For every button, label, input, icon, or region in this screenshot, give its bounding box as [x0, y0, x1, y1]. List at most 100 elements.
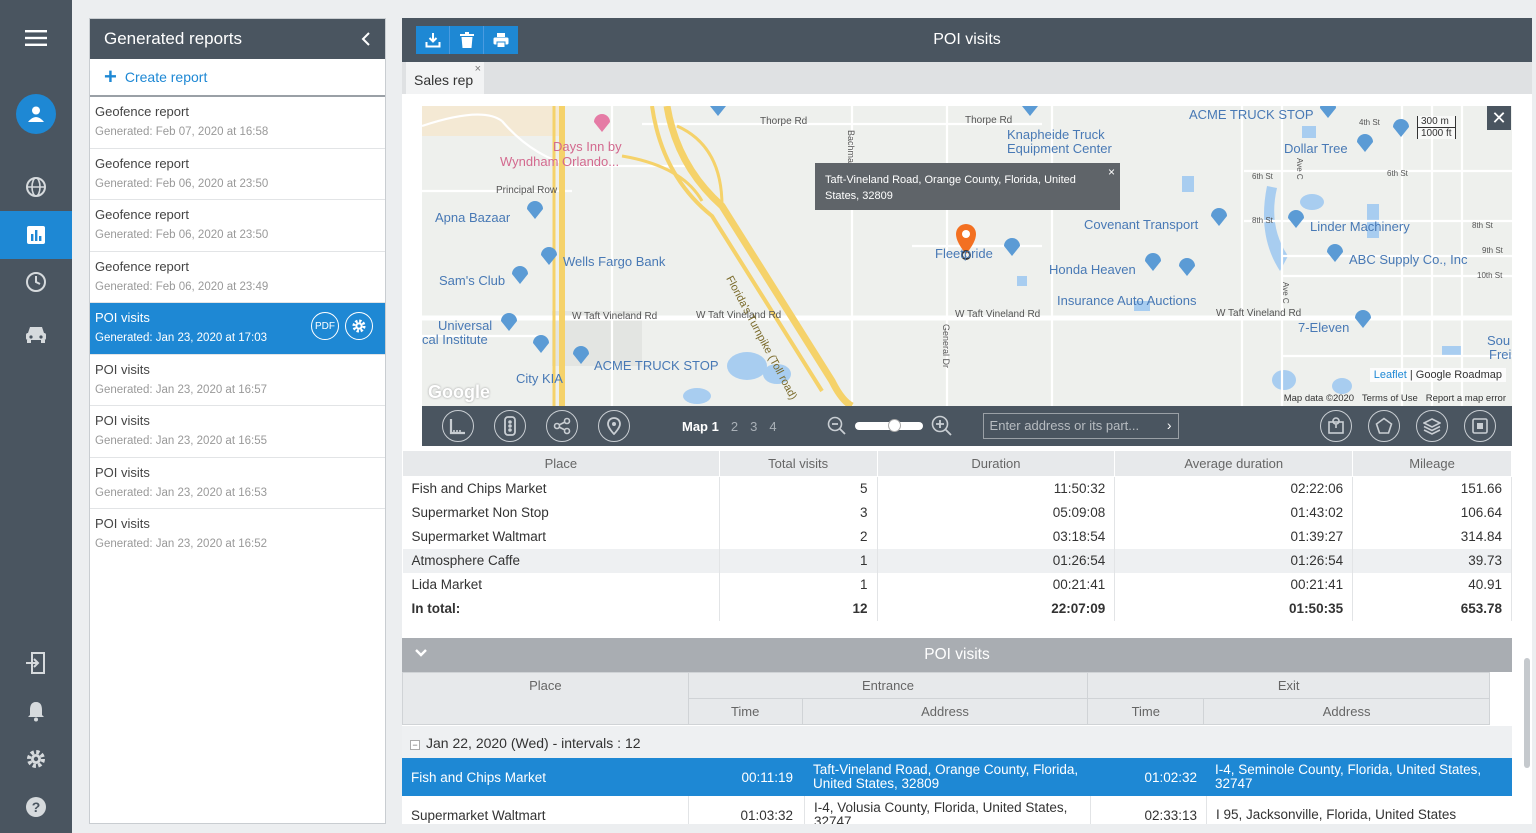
map-nav-button[interactable] — [0, 163, 72, 211]
geofence-button[interactable] — [1320, 410, 1352, 442]
settings-button[interactable] — [0, 735, 72, 783]
col-exit-time[interactable]: Time — [1087, 698, 1205, 725]
layers-button[interactable] — [1416, 410, 1448, 442]
help-button[interactable]: ? — [0, 783, 72, 831]
search-chevron-icon[interactable]: › — [1167, 417, 1172, 433]
tab-map-3[interactable]: 3 — [750, 419, 757, 434]
poi-button[interactable] — [598, 410, 630, 442]
col-average-duration[interactable]: Average duration — [1114, 450, 1354, 477]
detail-scrollbar[interactable] — [1524, 658, 1530, 768]
map-popup: Taft-Vineland Road, Orange County, Flori… — [815, 163, 1120, 210]
polygon-button[interactable] — [1368, 410, 1400, 442]
download-button[interactable] — [416, 26, 450, 54]
map-toolbar: Map 1 2 3 4 Enter address or its part...… — [422, 406, 1512, 446]
col-entrance-time[interactable]: Time — [687, 698, 803, 725]
cell-exit-time: 01:02:32 — [1144, 769, 1197, 785]
report-title: POI visits — [95, 464, 150, 480]
terms-link[interactable]: Terms of Use — [1362, 393, 1418, 404]
print-button[interactable] — [484, 26, 518, 54]
menu-button[interactable] — [0, 14, 72, 62]
map-label: Insurance Auto Auctions — [1057, 293, 1197, 308]
user-icon — [28, 106, 44, 122]
map-label: cal Institute — [422, 332, 488, 347]
print-icon — [493, 33, 509, 48]
cell-entrance-address: Taft-Vineland Road, Orange County, Flori… — [813, 762, 1079, 791]
report-item[interactable]: POI visits Generated: Jan 23, 2020 at 16… — [90, 355, 385, 406]
vehicles-nav-button[interactable] — [0, 310, 72, 358]
report-item[interactable]: POI visits Generated: Jan 23, 2020 at 16… — [90, 406, 385, 458]
report-date: Generated: Feb 06, 2020 at 23:49 — [95, 280, 269, 293]
col-entrance[interactable]: Entrance — [687, 672, 1089, 699]
delete-button[interactable] — [450, 26, 484, 54]
report-settings-button[interactable] — [345, 312, 373, 340]
col-place[interactable]: Place — [402, 450, 720, 477]
summary-table: Place Total visits Duration Average dura… — [402, 450, 1512, 621]
zoom-knob[interactable] — [887, 419, 901, 432]
table-row[interactable]: Supermarket Waltmart 2 03:18:54 01:39:27… — [402, 524, 1512, 549]
road-label: W Taft Vineland Rd — [572, 311, 658, 322]
col-duration[interactable]: Duration — [876, 450, 1116, 477]
zoom-out-icon[interactable] — [827, 416, 847, 436]
tab-map-4[interactable]: 4 — [769, 419, 776, 434]
table-row[interactable]: Supermarket Non Stop 3 05:09:08 01:43:02… — [402, 500, 1512, 525]
cell-avg-duration: 01:43:02 — [1114, 500, 1354, 525]
report-item[interactable]: Geofence report Generated: Feb 06, 2020 … — [90, 200, 385, 252]
create-report-button[interactable]: + Create report — [90, 59, 385, 97]
report-item[interactable]: POI visits Generated: Jan 23, 2020 at 16… — [90, 509, 385, 561]
popup-close-icon[interactable]: × — [1108, 164, 1115, 180]
window-icon — [1472, 418, 1488, 434]
detail-table-header: Place Entrance Exit Time Address Time Ad… — [402, 672, 1490, 725]
tab-map-1[interactable]: Map 1 — [682, 419, 719, 434]
tab-sales-rep[interactable]: Sales rep × — [406, 62, 484, 94]
zoom-slider[interactable] — [854, 419, 923, 432]
collapse-chevron-icon[interactable] — [361, 32, 371, 46]
cell-duration: 05:09:08 — [877, 500, 1116, 525]
table-row[interactable]: Fish and Chips Market 5 11:50:32 02:22:0… — [402, 476, 1512, 501]
col-total-visits[interactable]: Total visits — [718, 450, 878, 477]
report-item[interactable]: Geofence report Generated: Feb 07, 2020 … — [90, 97, 385, 149]
report-error-link[interactable]: Report a map error — [1426, 393, 1506, 404]
address-search-input[interactable]: Enter address or its part... › — [982, 413, 1179, 439]
user-button[interactable] — [0, 90, 72, 138]
detail-header[interactable]: POI visits — [402, 638, 1512, 672]
chevron-down-icon[interactable] — [414, 646, 428, 660]
col-place[interactable]: Place — [402, 672, 689, 725]
group-row[interactable]: − Jan 22, 2020 (Wed) - intervals : 12 — [402, 726, 1512, 758]
col-exit-address[interactable]: Address — [1203, 698, 1490, 725]
logout-button[interactable] — [0, 639, 72, 687]
col-exit[interactable]: Exit — [1087, 672, 1490, 699]
collapse-toggle-icon[interactable]: − — [410, 740, 420, 750]
table-row[interactable]: Fish and Chips Market 00:11:19 Taft-Vine… — [402, 758, 1512, 796]
zoom-in-icon[interactable] — [931, 415, 953, 437]
svg-text:?: ? — [32, 799, 41, 815]
share-button[interactable] — [546, 410, 578, 442]
trash-icon — [459, 32, 474, 48]
tab-map-2[interactable]: 2 — [731, 419, 738, 434]
leaflet-link[interactable]: Leaflet — [1374, 369, 1407, 381]
traffic-button[interactable] — [494, 410, 526, 442]
map-label: Dollar Tree — [1284, 141, 1348, 156]
table-row[interactable]: Atmosphere Caffe 1 01:26:54 01:26:54 39.… — [402, 548, 1512, 573]
reports-nav-button[interactable] — [0, 211, 72, 259]
map-label: 7-Eleven — [1298, 320, 1350, 335]
report-item[interactable]: Geofence report Generated: Feb 06, 2020 … — [90, 149, 385, 200]
col-entrance-address[interactable]: Address — [801, 698, 1089, 725]
report-item-active[interactable]: POI visits Generated: Jan 23, 2020 at 17… — [90, 303, 385, 355]
cell-visits: 5 — [719, 476, 878, 501]
table-row[interactable]: Lida Market 1 00:21:41 00:21:41 40.91 — [402, 572, 1512, 597]
map-view[interactable]: Days Inn by Wyndham Orlando... Apna Baza… — [422, 106, 1512, 406]
fullscreen-button[interactable] — [1464, 410, 1496, 442]
table-row[interactable]: Supermarket Waltmart 01:03:32 I-4, Volus… — [402, 796, 1512, 824]
ruler-button[interactable] — [442, 410, 474, 442]
report-item[interactable]: Geofence report Generated: Feb 06, 2020 … — [90, 252, 385, 303]
tab-close-icon[interactable]: × — [475, 63, 481, 75]
pdf-button[interactable]: PDF — [311, 312, 339, 340]
nav-rail: ? — [0, 0, 72, 833]
road-label: 6th St — [1252, 172, 1273, 181]
map-close-button[interactable]: ✕ — [1487, 106, 1511, 130]
notifications-button[interactable] — [0, 687, 72, 735]
geofence-icon — [1328, 417, 1344, 434]
col-mileage[interactable]: Mileage — [1352, 450, 1512, 477]
report-item[interactable]: POI visits Generated: Jan 23, 2020 at 16… — [90, 458, 385, 509]
history-nav-button[interactable] — [0, 258, 72, 306]
